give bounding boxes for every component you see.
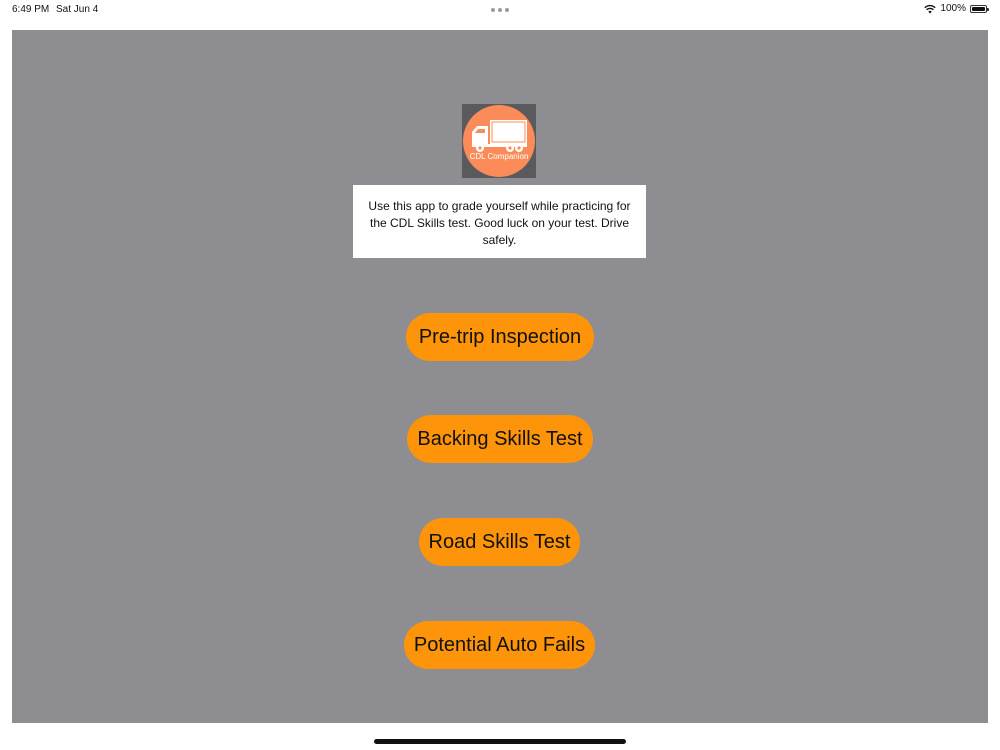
wifi-icon xyxy=(924,4,937,13)
status-right: 100% xyxy=(924,3,989,14)
home-indicator[interactable] xyxy=(374,739,626,744)
status-bar: 6:49 PM Sat Jun 4 100% xyxy=(0,0,1000,20)
status-date: Sat Jun 4 xyxy=(56,4,99,15)
app-logo: CDL Companion xyxy=(462,104,536,178)
status-time: 6:49 PM xyxy=(12,4,50,15)
multitasking-dots-icon[interactable] xyxy=(491,8,509,12)
intro-text: Use this app to grade yourself while pra… xyxy=(353,185,646,258)
logo-text: CDL Companion xyxy=(469,152,529,161)
backing-skills-test-button[interactable]: Backing Skills Test xyxy=(407,415,593,463)
potential-auto-fails-button[interactable]: Potential Auto Fails xyxy=(404,621,595,669)
app-main: CDL Companion Use this app to grade your… xyxy=(12,30,988,723)
battery-percent: 100% xyxy=(940,3,966,14)
truck-icon xyxy=(472,120,527,152)
battery-icon xyxy=(970,4,989,13)
road-skills-test-button[interactable]: Road Skills Test xyxy=(419,518,580,566)
pre-trip-inspection-button[interactable]: Pre-trip Inspection xyxy=(406,313,594,361)
